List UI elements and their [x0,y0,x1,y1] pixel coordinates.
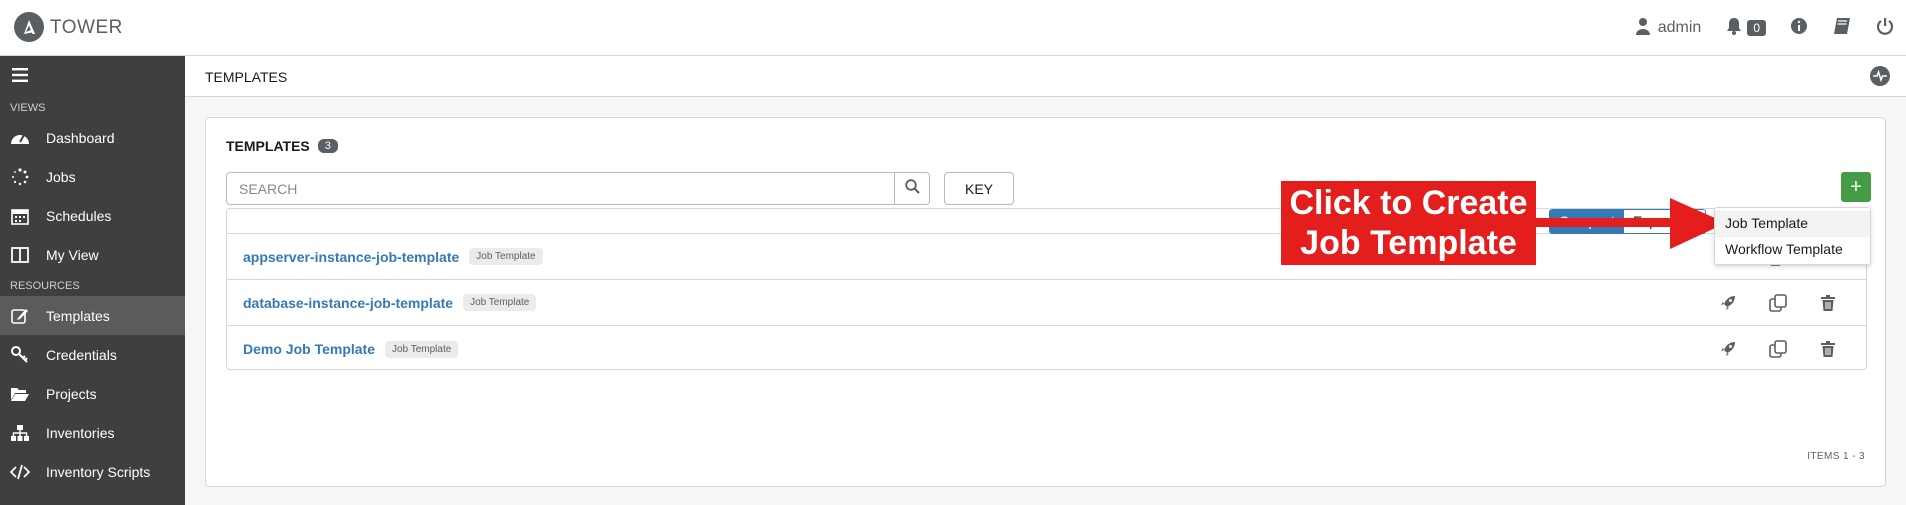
tachometer-icon [10,128,30,148]
sidebar-section-views: VIEWS [10,102,46,114]
template-name-link[interactable]: appserver-instance-job-template [243,249,459,265]
notifications-button[interactable]: 0 [1713,0,1778,56]
search-button[interactable] [894,173,929,204]
notification-count: 0 [1747,20,1766,36]
annotation-line-2: Job Template [1300,224,1517,262]
search-input[interactable] [227,173,894,204]
sidebar-item-label: Projects [46,385,97,402]
about-button[interactable] [1778,0,1820,56]
book-icon [1832,17,1852,40]
menu-item-workflow-template[interactable]: Workflow Template [1715,237,1870,263]
code-icon [10,462,30,482]
add-template-dropdown: Job Template Workflow Template [1714,207,1871,265]
bell-icon [1725,17,1743,40]
copy-icon[interactable] [1768,339,1788,359]
template-type-badge: Job Template [469,248,543,265]
menu-item-job-template[interactable]: Job Template [1715,211,1870,237]
folder-open-icon [10,384,30,404]
sidebar-item-label: Jobs [46,168,76,185]
sidebar-section-resources: RESOURCES [10,280,80,292]
panel-title: TEMPLATES 3 [226,138,338,154]
launch-rocket-icon[interactable] [1718,293,1738,313]
breadcrumb-bar: TEMPLATES [185,56,1906,97]
app-name: TOWER [50,17,123,38]
calendar-icon [10,206,30,226]
columns-icon [10,245,30,265]
spinner-icon [10,167,30,187]
templates-count-badge: 3 [317,139,338,153]
sidebar-item-jobs[interactable]: Jobs [0,157,185,196]
annotation-line-1: Click to Create [1289,184,1528,222]
ansible-logo-icon[interactable] [14,12,44,42]
copy-icon[interactable] [1768,293,1788,313]
template-name-link[interactable]: database-instance-job-template [243,295,453,311]
user-menu[interactable]: admin [1624,0,1714,56]
template-name-link[interactable]: Demo Job Template [243,341,375,357]
sidebar-item-label: Inventories [46,424,115,441]
sidebar-item-label: Schedules [46,207,112,224]
activity-stream-icon[interactable] [1870,66,1890,86]
sidebar-item-my-view[interactable]: My View [0,235,185,274]
table-row: database-instance-job-template Job Templ… [227,280,1866,326]
sidebar-item-credentials[interactable]: Credentials [0,335,185,374]
search-box [226,172,930,205]
breadcrumb: TEMPLATES [205,69,288,85]
docs-button[interactable] [1820,0,1864,56]
menu-toggle-button[interactable] [0,56,185,96]
trash-icon[interactable] [1818,339,1838,359]
template-type-badge: Job Template [385,340,459,358]
template-type-badge: Job Template [463,294,537,311]
user-icon [1635,17,1650,40]
sidebar-item-templates[interactable]: Templates [0,296,185,335]
key-button[interactable]: KEY [944,172,1014,205]
sidebar-item-label: Inventory Scripts [46,463,151,480]
sidebar-item-projects[interactable]: Projects [0,374,185,413]
sidebar-item-label: My View [46,246,99,263]
info-icon [1790,17,1808,40]
launch-rocket-icon[interactable] [1718,339,1738,359]
sidebar-item-inventory-scripts[interactable]: Inventory Scripts [0,452,185,491]
panel-title-text: TEMPLATES [226,138,310,154]
logout-button[interactable] [1864,0,1906,56]
power-icon [1876,17,1894,40]
sidebar: VIEWS Dashboard Jobs Schedules My View R… [0,56,185,505]
top-navbar: TOWER admin 0 [0,0,1906,56]
sidebar-item-label: Credentials [46,346,117,363]
user-name: admin [1657,19,1702,36]
key-icon [10,345,30,365]
add-template-button[interactable]: + [1841,172,1871,202]
templates-panel: TEMPLATES 3 KEY + Compact Expanded appse… [205,117,1886,487]
sidebar-item-schedules[interactable]: Schedules [0,196,185,235]
sidebar-item-label: Dashboard [46,129,115,146]
pagination-items-label: ITEMS 1 - 3 [1807,451,1865,462]
sidebar-item-inventories[interactable]: Inventories [0,413,185,452]
sidebar-item-label: Templates [46,307,110,324]
annotation-arrow-icon [1536,198,1726,249]
trash-icon[interactable] [1818,293,1838,313]
hamburger-icon [12,68,28,86]
annotation-callout: Click to Create Job Template [1281,181,1536,265]
sitemap-icon [10,423,30,443]
sidebar-item-dashboard[interactable]: Dashboard [0,118,185,157]
search-icon [904,178,920,199]
table-row: Demo Job Template Job Template [227,326,1866,372]
edit-icon [10,306,30,326]
